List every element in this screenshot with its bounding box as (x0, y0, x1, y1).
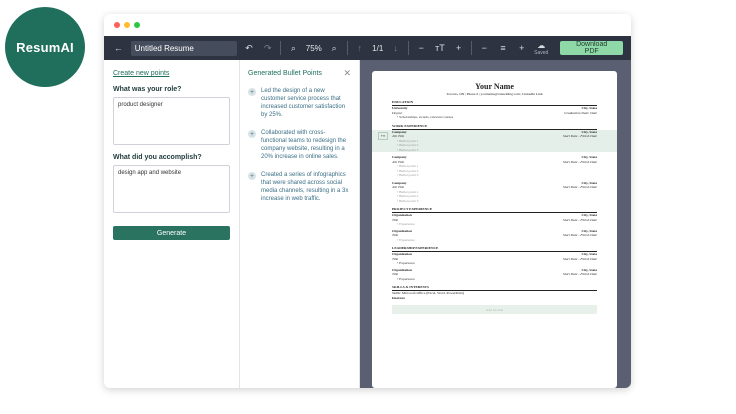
role-textarea[interactable]: product designer (113, 97, 230, 145)
entry-role: Title (392, 233, 399, 237)
page-indicator: 1/1 (372, 43, 384, 53)
resume-bullet[interactable]: • Scholarships, awards, relevant courses (392, 115, 597, 120)
resume-page: Your Name Toronto, ON | Phone # | yourna… (372, 71, 617, 388)
bullet-text: Collaborated with cross-functional teams… (261, 130, 347, 160)
resume-bullet: • Experience (397, 276, 415, 281)
add-bullet-icon[interactable]: + (248, 172, 256, 180)
font-increase-icon[interactable]: + (452, 41, 465, 55)
close-window-button[interactable] (114, 22, 120, 28)
font-decrease-icon[interactable]: − (415, 41, 428, 55)
input-panel: Create new points What was your role? pr… (104, 60, 240, 388)
resumai-logo: ResumAI (5, 7, 85, 87)
zoom-out-icon[interactable]: ⌕ (287, 41, 300, 55)
cloud-icon: ☁ (537, 40, 546, 50)
entry-dates: Start Date - Finish Date (562, 185, 597, 189)
interests-label: Interests (392, 295, 405, 300)
project-entry[interactable]: Organization City, State Title Start Date … (392, 229, 597, 243)
bullet-text: Led the design of a new customer service… (261, 88, 346, 118)
resume-contact[interactable]: Toronto, ON | Phone # | yourname@ronneld… (392, 92, 597, 96)
editor-panes: Create new points What was your role? pr… (104, 60, 631, 388)
minimize-window-button[interactable] (124, 22, 130, 28)
bullet-label: Bullet point 1 (399, 189, 419, 194)
add-section-button[interactable]: Add Section (392, 305, 597, 314)
entry-dates: Start Date - Finish Date (562, 256, 597, 261)
maximize-window-button[interactable] (134, 22, 140, 28)
add-bullet-icon[interactable]: + (248, 130, 256, 138)
entry-dates: Start Date - Finish Date (562, 272, 597, 276)
bullet-label: Bullet point 1 (399, 138, 419, 143)
bullet-label: Scholarships, awards, relevant courses (399, 115, 454, 119)
close-icon[interactable]: ✕ (343, 68, 351, 79)
bullet-label: Bullet point 2 (399, 194, 419, 198)
bullet-label: Experience (399, 222, 415, 226)
spacing-increase-icon[interactable]: + (515, 41, 528, 55)
entry-dates: Start Date - Finish Date (562, 134, 597, 138)
resume-title-input[interactable] (130, 40, 237, 56)
bullet-label: Bullet point 3 (399, 198, 419, 203)
bullet-label: Experience (399, 276, 415, 281)
resume-bullet: • Bullet point 3 (397, 198, 419, 203)
bullet-label: Bullet point 2 (399, 168, 419, 173)
page-down-icon[interactable]: ↓ (389, 41, 402, 55)
work-entry[interactable]: Company City, State Job Title Start Date -… (392, 181, 597, 204)
work-entry[interactable]: Company City, State Job Title Start Date -… (392, 155, 597, 178)
toolbar-divider (280, 41, 282, 55)
role-question: What was your role? (113, 86, 182, 93)
editor-toolbar: ← ↶ ↷ ⌕ 75% ⌕ ↑ 1/1 ↓ − тT + − ≡ + ☁ Sav… (104, 36, 631, 60)
project-entry[interactable]: Organization City, State Title Start Date … (392, 213, 597, 227)
brand-name: ResumAI (16, 39, 74, 55)
entry-dates: Start Date - Finish Date (562, 217, 597, 222)
generated-panel: Generated Bullet Points ✕ + Led the desi… (240, 60, 360, 388)
entry-role: Title (392, 272, 399, 276)
leadership-entry[interactable]: Organization City, State Title Start Date … (392, 268, 597, 282)
resume-name[interactable]: Your Name (392, 82, 597, 91)
resume-bullet: • Experience (397, 237, 415, 242)
back-arrow-icon[interactable]: ← (112, 41, 125, 55)
entry-dates: Start Date - Finish Date (562, 233, 597, 237)
font-size-icon[interactable]: тT (434, 41, 447, 55)
bullet-label: Bullet point 1 (399, 164, 419, 168)
spacing-decrease-icon[interactable]: − (478, 41, 491, 55)
bullet-label: Bullet point 3 (399, 147, 419, 152)
entry-dates: Start Date - Finish Date (562, 159, 597, 164)
generated-bullet[interactable]: + Created a series of infographics that … (248, 171, 351, 203)
resume-bullet: • Experience (397, 261, 415, 265)
bullet-label: Bullet point 2 (399, 143, 419, 147)
app-window: ← ↶ ↷ ⌕ 75% ⌕ ↑ 1/1 ↓ − тT + − ≡ + ☁ Sav… (104, 14, 631, 388)
resume-bullet: • Experience (397, 222, 415, 226)
page-up-icon[interactable]: ↑ (353, 41, 366, 55)
line-spacing-icon[interactable]: ≡ (497, 41, 510, 55)
add-bullet-icon[interactable]: + (248, 88, 256, 96)
bullet-label: Experience (399, 237, 415, 242)
saved-status: ☁ Saved (534, 41, 548, 56)
generated-bullet[interactable]: + Led the design of a new customer servi… (248, 87, 351, 119)
leadership-entry[interactable]: Organization City, State Title Start Date … (392, 252, 597, 266)
insert-bullets-icon[interactable]: +≡ (378, 131, 388, 140)
highlighted-entry[interactable]: +≡ Company City, State Job Title Start Dat… (372, 129, 617, 152)
generated-bullet[interactable]: + Collaborated with cross-functional tea… (248, 129, 351, 161)
toolbar-divider (471, 41, 472, 55)
toolbar-divider (346, 41, 348, 55)
accomplish-textarea[interactable]: design app and website (113, 165, 230, 213)
undo-icon[interactable]: ↶ (243, 41, 256, 55)
saved-label: Saved (534, 49, 549, 56)
bullet-text: Created a series of infographics that we… (261, 172, 349, 202)
download-pdf-button[interactable]: Download PDF (560, 41, 624, 55)
resume-bullet: • Bullet point 3 (397, 173, 419, 177)
toolbar-divider (407, 41, 409, 55)
interests-line[interactable]: Interests (392, 296, 597, 301)
generated-panel-title: Generated Bullet Points (248, 70, 322, 77)
accomplish-question: What did you accomplish? (113, 154, 202, 161)
redo-icon[interactable]: ↷ (261, 41, 274, 55)
window-titlebar (104, 14, 631, 36)
zoom-in-icon[interactable]: ⌕ (328, 41, 341, 55)
resume-bullet: • Bullet point 3 (397, 147, 419, 152)
generate-button[interactable]: Generate (113, 226, 230, 240)
zoom-level: 75% (305, 43, 322, 53)
create-new-points-link[interactable]: Create new points (113, 70, 230, 77)
bullet-label: Bullet point 3 (399, 173, 419, 177)
resume-preview-area: Your Name Toronto, ON | Phone # | yourna… (360, 60, 631, 388)
entry-dates: Graduation Date: Date (564, 110, 597, 115)
bullet-label: Experience (399, 261, 415, 265)
